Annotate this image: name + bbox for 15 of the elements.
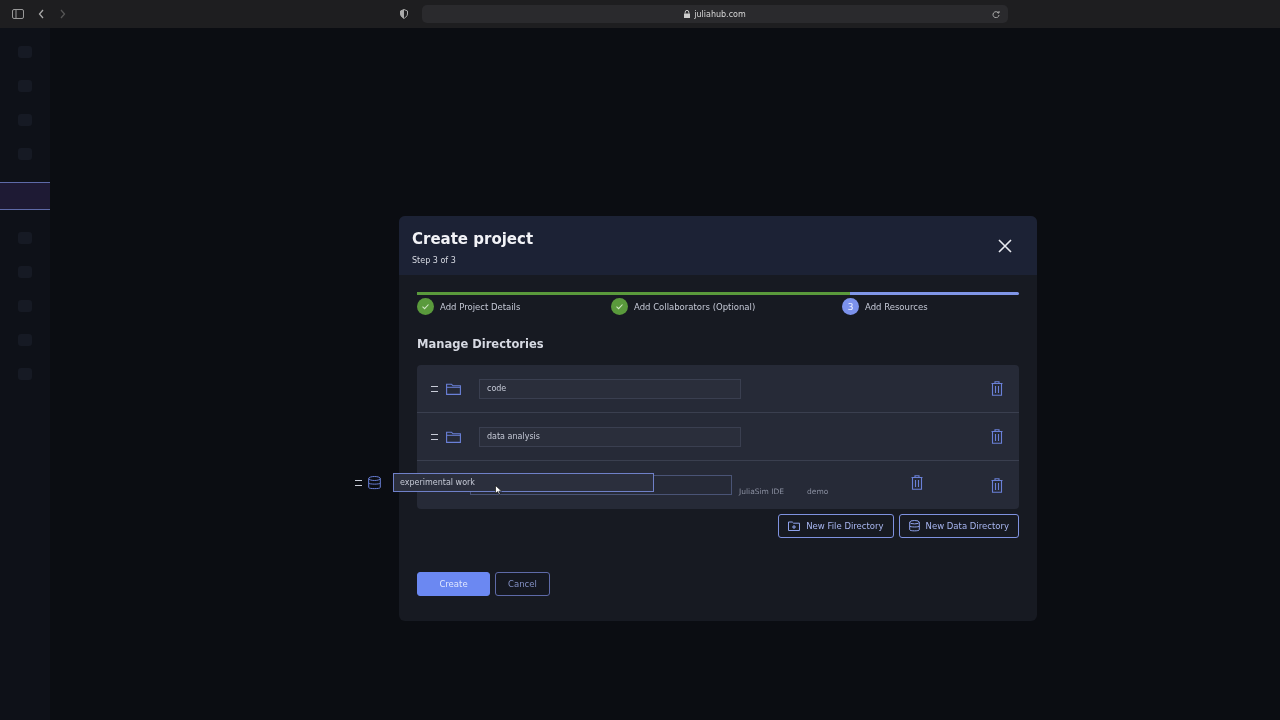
- dialog-title: Create project: [412, 230, 534, 248]
- step-label: Add Resources: [865, 301, 928, 312]
- address-bar[interactable]: juliahub.com: [422, 5, 1008, 23]
- add-directory-button[interactable]: New File Directory: [778, 514, 894, 538]
- step-indicator: Step 3 of 3: [412, 256, 457, 265]
- add-directory-button[interactable]: New Data Directory: [898, 514, 1019, 538]
- directory-name-field[interactable]: code: [479, 378, 741, 399]
- section-heading: Manage Directories: [417, 337, 545, 351]
- directory-name-field[interactable]: experimental work: [393, 473, 654, 492]
- step-number: 3: [842, 298, 859, 315]
- directory-name-field[interactable]: data analysis: [479, 426, 741, 447]
- cancel-button[interactable]: Cancel: [495, 572, 550, 596]
- step-label: Add Collaborators (Optional): [634, 301, 756, 312]
- url-text: juliahub.com: [694, 9, 746, 19]
- step-label: Add Project Details: [440, 301, 521, 312]
